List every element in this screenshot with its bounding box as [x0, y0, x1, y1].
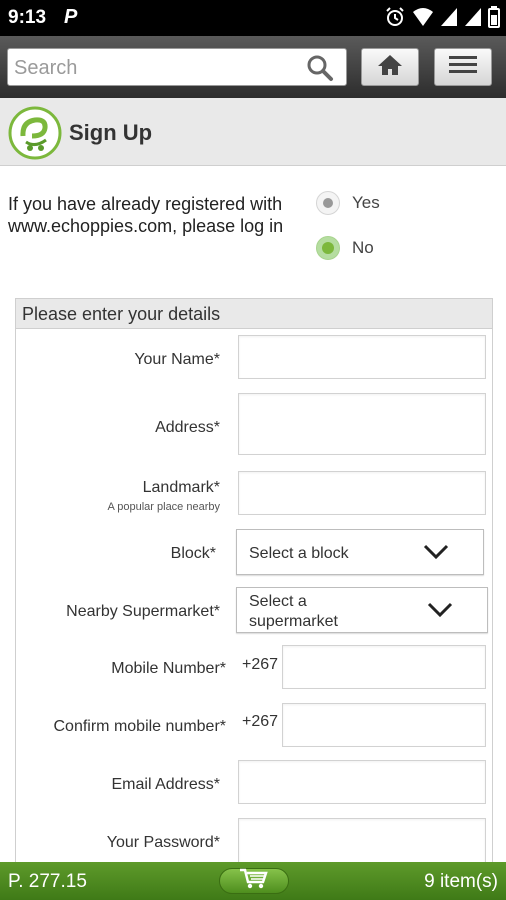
- alarm-icon: [384, 6, 406, 33]
- address-field[interactable]: [238, 393, 486, 455]
- chevron-down-icon: [427, 602, 453, 618]
- supermarket-select[interactable]: Select a supermarket: [236, 587, 488, 633]
- block-label: Block*: [170, 545, 216, 562]
- radio-yes-label[interactable]: Yes: [352, 193, 380, 213]
- radio-yes-circle[interactable]: [316, 191, 340, 215]
- block-select[interactable]: Select a block: [236, 529, 484, 575]
- hamburger-menu-icon: [448, 54, 478, 81]
- search-icon[interactable]: [306, 54, 334, 82]
- signal-icon-2: [464, 7, 482, 32]
- status-time: 9:13: [8, 7, 47, 28]
- confirm-mobile-field[interactable]: [282, 703, 486, 747]
- supermarket-label: Nearby Supermarket*: [66, 603, 220, 620]
- mobile-prefix: +267: [242, 656, 279, 673]
- landmark-label: Landmark*: [142, 479, 220, 496]
- radio-yes[interactable]: Yes: [316, 191, 380, 215]
- name-field[interactable]: [238, 335, 486, 379]
- signal-icon: [440, 7, 458, 32]
- supermarket-select-line1: Select a: [249, 593, 307, 610]
- radio-no-circle[interactable]: [316, 236, 340, 260]
- email-label: Email Address*: [111, 776, 221, 793]
- cart-total-price: P. 277.15: [8, 871, 87, 892]
- parking-notification-icon: P: [64, 6, 78, 28]
- top-toolbar: [0, 36, 506, 98]
- home-icon: [376, 53, 404, 82]
- supermarket-select-line2: supermarket: [249, 613, 338, 630]
- shopping-cart-icon: [239, 868, 269, 895]
- echoppies-logo: [8, 106, 62, 160]
- status-bar: 9:13 P: [0, 0, 506, 36]
- landmark-hint: A popular place nearby: [107, 501, 220, 513]
- search-input[interactable]: [14, 54, 294, 82]
- home-button[interactable]: [361, 48, 419, 86]
- page-title: Sign Up: [69, 120, 153, 145]
- radio-no[interactable]: No: [316, 236, 374, 260]
- search-box[interactable]: [7, 48, 347, 86]
- landmark-field[interactable]: [238, 471, 486, 515]
- confirm-mobile-prefix: +267: [242, 713, 279, 730]
- password-label: Your Password*: [106, 834, 220, 851]
- block-select-value: Select a block: [249, 545, 349, 562]
- bottom-bar: P. 277.15 9 item(s): [0, 862, 506, 900]
- name-label: Your Name*: [134, 351, 220, 368]
- email-field[interactable]: [238, 760, 486, 804]
- registered-question: If you have already registered with www.…: [8, 194, 284, 236]
- mobile-field[interactable]: [282, 645, 486, 689]
- wifi-icon: [412, 7, 434, 32]
- chevron-down-icon: [423, 544, 449, 560]
- status-icons: [384, 6, 500, 33]
- address-label: Address*: [155, 419, 220, 436]
- details-panel: Please enter your details Your Name* Add…: [15, 298, 493, 869]
- radio-no-label[interactable]: No: [352, 238, 374, 258]
- battery-icon: [488, 6, 500, 33]
- cart-item-count: 9 item(s): [424, 871, 498, 892]
- page-header: Sign Up: [0, 98, 506, 166]
- details-heading: Please enter your details: [16, 299, 492, 329]
- mobile-label: Mobile Number*: [111, 660, 226, 677]
- confirm-mobile-label: Confirm mobile number*: [53, 718, 226, 735]
- cart-button[interactable]: [219, 868, 289, 894]
- menu-button[interactable]: [434, 48, 492, 86]
